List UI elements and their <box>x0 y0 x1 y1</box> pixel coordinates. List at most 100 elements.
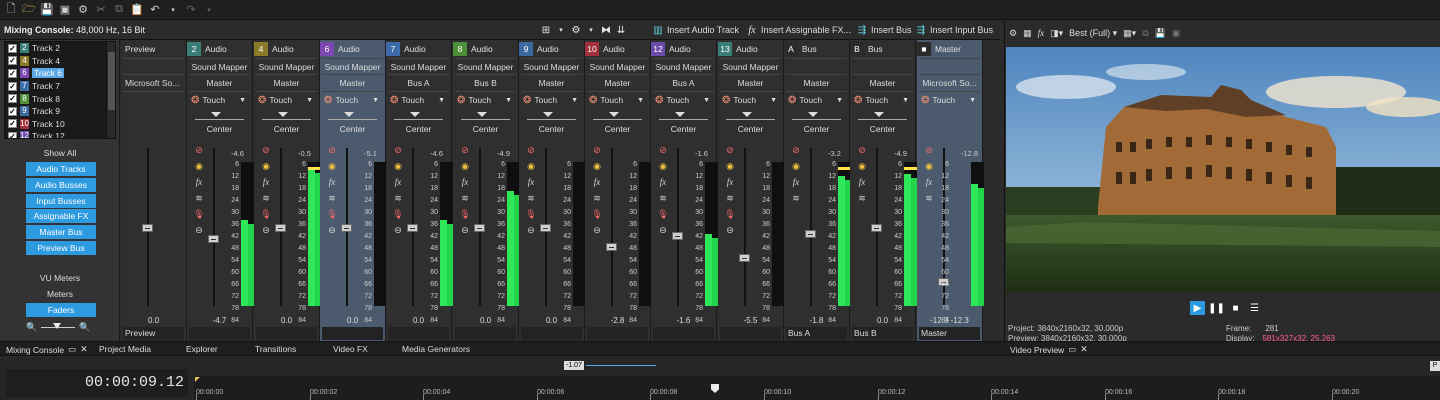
strip-bottom-label[interactable] <box>388 327 449 340</box>
automation-mode-dropdown[interactable]: ❂ Touch ▼ <box>919 94 980 106</box>
strip-input[interactable]: Sound Mapper <box>585 62 650 72</box>
input-monitor-icon[interactable]: ⊖ <box>459 224 471 236</box>
tab-mixing-console[interactable]: Mixing Console ▭ ✕ <box>6 344 88 355</box>
track-visible-checkbox[interactable]: ✓ <box>8 56 17 66</box>
strip-output[interactable]: Master <box>718 78 783 88</box>
layout-dropdown-icon[interactable]: ▾ <box>555 24 567 36</box>
loop-region[interactable] <box>586 365 656 366</box>
tab-project-media[interactable]: Project Media <box>99 344 151 354</box>
mute-icon[interactable]: ⊘ <box>923 144 935 156</box>
snapshot-file-icon[interactable]: ▣ <box>1172 28 1181 39</box>
fx-chain-icon[interactable]: fx <box>260 176 272 188</box>
strip-bottom-label[interactable]: Preview <box>123 327 184 340</box>
record-arm-icon[interactable]: 🎙 <box>326 208 338 220</box>
volume-fader[interactable] <box>739 254 750 262</box>
strip-header[interactable]: 7 Audio <box>386 42 451 56</box>
strip-bottom-label[interactable]: Bus B <box>852 327 913 340</box>
automation-mode-dropdown[interactable]: ❂ Touch ▼ <box>388 94 449 106</box>
solo-icon[interactable]: ◉ <box>326 160 338 172</box>
track-list-item[interactable]: ✓ 8 Track 8 <box>5 92 115 105</box>
strip-header[interactable]: B Bus <box>850 42 915 56</box>
pan-indicator[interactable] <box>608 112 619 117</box>
strip-output[interactable]: Master <box>784 78 849 88</box>
input-monitor-icon[interactable]: ⊖ <box>260 224 272 236</box>
volume-fader[interactable] <box>275 224 286 232</box>
eq-icon[interactable]: ≋ <box>260 192 272 204</box>
volume-fader[interactable] <box>341 224 352 232</box>
record-arm-icon[interactable]: 🎙 <box>459 208 471 220</box>
eq-icon[interactable]: ≋ <box>326 192 338 204</box>
strip-header[interactable]: A Bus <box>784 42 849 56</box>
track-visible-checkbox[interactable]: ✓ <box>8 68 17 78</box>
strip-input[interactable]: Sound Mapper <box>651 62 716 72</box>
strip-bottom-label[interactable] <box>653 327 714 340</box>
solo-icon[interactable]: ◉ <box>923 160 935 172</box>
in-point-marker[interactable] <box>195 377 200 382</box>
zoom-slider[interactable] <box>41 323 76 329</box>
strip-bottom-label[interactable]: Bus A <box>786 327 847 340</box>
track-list-scrollbar[interactable] <box>106 42 115 138</box>
copy-icon[interactable]: ⧉ <box>112 3 126 17</box>
solo-icon[interactable]: ◉ <box>856 160 868 172</box>
track-list-item[interactable]: ✓ 10 Track 10 <box>5 118 115 131</box>
pan-indicator[interactable] <box>210 112 221 117</box>
mute-icon[interactable]: ⊘ <box>260 144 272 156</box>
strip-output[interactable]: Bus B <box>453 78 518 88</box>
strip-header[interactable]: 2 Audio <box>187 42 252 56</box>
track-visible-checkbox[interactable]: ✓ <box>8 131 17 138</box>
volume-fader[interactable] <box>540 224 551 232</box>
properties-gear-icon[interactable]: ⚙ <box>76 3 90 17</box>
record-arm-icon[interactable]: 🎙 <box>591 208 603 220</box>
tab-maximize-icon[interactable]: ▭ <box>68 344 76 355</box>
eq-icon[interactable]: ≋ <box>591 192 603 204</box>
fx-chain-icon[interactable]: fx <box>525 176 537 188</box>
preview-quality-dropdown[interactable]: Best (Full) ▾ <box>1069 28 1117 39</box>
faders-button[interactable]: Faders <box>26 303 96 317</box>
strip-output[interactable]: Master <box>254 78 319 88</box>
video-fx-icon[interactable]: fx <box>1038 28 1045 38</box>
zoom-out-icon[interactable]: 🔍 <box>26 322 37 333</box>
mixer-settings-gear-icon[interactable]: ⚙ <box>570 24 582 36</box>
cut-icon[interactable]: ✂ <box>94 3 108 17</box>
layout-grid-icon[interactable]: ⊞ <box>540 24 552 36</box>
track-list-item[interactable]: ✓ 6 Track 6 <box>5 67 115 80</box>
record-arm-icon[interactable]: 🎙 <box>260 208 272 220</box>
tab-transitions[interactable]: Transitions <box>255 344 296 354</box>
show-all-button[interactable]: Show All <box>0 148 120 158</box>
mute-icon[interactable]: ⊘ <box>525 144 537 156</box>
strip-header[interactable]: 4 Audio <box>254 42 319 56</box>
timeline-ruler[interactable]: 00:00:00 00:00:02 00:00:04 00:00:06 00:00:08… <box>194 376 1440 400</box>
strip-bottom-label[interactable] <box>720 327 781 340</box>
tab-explorer[interactable]: Explorer <box>186 344 218 354</box>
automation-mode-dropdown[interactable]: ❂ Touch ▼ <box>256 94 317 106</box>
tab-close-icon[interactable]: ✕ <box>1080 344 1088 355</box>
master-bus-button[interactable]: Master Bus <box>26 225 96 239</box>
track-list-item[interactable]: ✓ 9 Track 9 <box>5 105 115 118</box>
strip-input[interactable]: Sound Mapper <box>718 62 783 72</box>
pan-indicator[interactable] <box>807 112 818 117</box>
meters-label[interactable]: Meters <box>0 289 120 299</box>
solo-icon[interactable]: ◉ <box>260 160 272 172</box>
insert-bus-button[interactable]: ⇶ Insert Bus <box>856 22 912 38</box>
input-monitor-icon[interactable]: ⊖ <box>591 224 603 236</box>
zoom-in-icon[interactable]: 🔍 <box>79 322 90 333</box>
insert-assignable-fx-button[interactable]: fx Insert Assignable FX... <box>746 22 851 38</box>
strip-input[interactable]: Sound Mapper <box>187 62 252 72</box>
mute-icon[interactable]: ⊘ <box>724 144 736 156</box>
playlist-icon[interactable]: ☰ <box>1247 301 1262 315</box>
volume-fader[interactable] <box>871 224 882 232</box>
settings-dropdown-icon[interactable]: ▾ <box>585 24 597 36</box>
input-monitor-icon[interactable]: ⊖ <box>657 224 669 236</box>
scrollbar-thumb[interactable] <box>108 52 115 110</box>
strip-header[interactable]: ■ Master <box>917 42 982 56</box>
insert-input-bus-button[interactable]: ⇶ Insert Input Bus <box>915 22 993 38</box>
pan-indicator[interactable] <box>741 112 752 117</box>
track-visible-checkbox[interactable]: ✓ <box>8 43 17 53</box>
track-visible-checkbox[interactable]: ✓ <box>8 81 17 91</box>
track-list-item[interactable]: ✓ 12 Track 12 <box>5 130 115 138</box>
new-file-icon[interactable]: 🗋 <box>4 3 18 17</box>
mute-icon[interactable]: ⊘ <box>856 144 868 156</box>
volume-fader[interactable] <box>407 224 418 232</box>
fx-chain-icon[interactable]: fx <box>724 176 736 188</box>
audio-tracks-button[interactable]: Audio Tracks <box>26 162 96 176</box>
